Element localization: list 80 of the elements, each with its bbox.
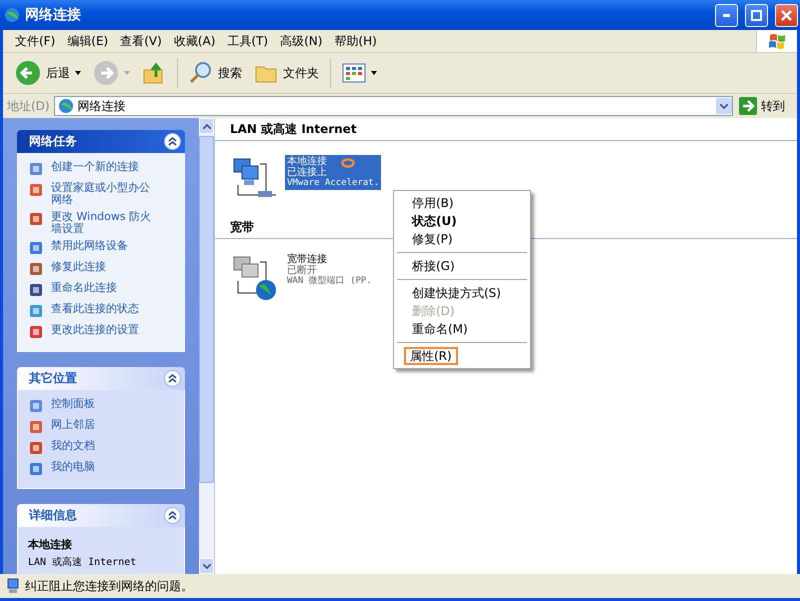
task-link[interactable]: 更改此连接的设置 <box>28 324 178 340</box>
task-link[interactable]: 重命名此连接 <box>28 282 178 298</box>
task-icon <box>28 261 44 277</box>
details-type: LAN 或高速 Internet <box>28 556 138 569</box>
go-arrow-icon <box>739 97 757 115</box>
scroll-up-button[interactable] <box>199 118 214 134</box>
address-label: 地址(D) <box>7 98 50 114</box>
task-link[interactable]: 我的文档 <box>28 440 178 456</box>
context-menu-item[interactable]: 重命名(M) <box>396 320 528 338</box>
chevron-down-icon <box>202 564 210 568</box>
task-icon <box>28 461 44 477</box>
task-link[interactable]: 创建一个新的连接 <box>28 161 178 177</box>
task-icon <box>28 211 44 227</box>
dropdown-caret-icon <box>371 71 377 75</box>
task-icon <box>28 282 44 298</box>
minimize-icon <box>723 14 730 16</box>
network-globe-icon <box>58 98 74 114</box>
window-title: 网络连接 <box>25 6 81 24</box>
minimize-button[interactable] <box>715 4 738 26</box>
close-icon <box>781 10 792 20</box>
search-icon <box>189 61 213 85</box>
task-link[interactable]: 我的电脑 <box>28 461 178 477</box>
task-icon <box>28 303 44 319</box>
menu-item[interactable]: 文件(F) <box>9 32 62 50</box>
computer-icon <box>6 578 20 594</box>
panel-header[interactable]: 其它位置 <box>17 367 185 390</box>
status-text: 纠正阻止您连接到网络的问题。 <box>25 578 193 594</box>
details-name: 本地连接 <box>28 537 73 552</box>
scrollbar[interactable] <box>199 118 215 574</box>
flag-logo-icon <box>767 32 787 50</box>
task-icon <box>28 182 44 198</box>
maximize-button[interactable] <box>745 4 768 26</box>
back-button[interactable]: 后退 <box>11 58 85 88</box>
task-icon <box>28 240 44 256</box>
view-grid-icon <box>342 63 366 83</box>
maximize-icon <box>751 10 762 20</box>
folders-button[interactable]: 文件夹 <box>250 60 323 86</box>
close-button[interactable] <box>775 4 798 26</box>
dropdown-caret-icon <box>75 71 81 75</box>
address-field[interactable]: 网络连接 <box>54 96 733 116</box>
menu-item[interactable]: 工具(T) <box>221 32 274 50</box>
connection-label[interactable]: 本地连接 已连接上 VMware Accelerat. <box>285 155 382 190</box>
scroll-thumb[interactable] <box>199 136 214 483</box>
task-link[interactable]: 禁用此网络设备 <box>28 240 178 256</box>
task-link[interactable]: 控制面板 <box>28 398 178 414</box>
task-icon <box>28 419 44 435</box>
collapse-chevron-icon <box>164 507 181 524</box>
task-icon <box>28 398 44 414</box>
task-link[interactable]: 修复此连接 <box>28 261 178 277</box>
dropdown-caret-icon <box>124 71 130 75</box>
go-button[interactable]: 转到 <box>737 97 793 115</box>
chevron-down-icon <box>720 104 728 108</box>
menu-item[interactable]: 收藏(A) <box>168 32 222 50</box>
menu-item[interactable]: 帮助(H) <box>328 32 383 50</box>
task-icon <box>28 324 44 340</box>
collapse-chevron-icon <box>164 370 181 387</box>
task-icon <box>28 440 44 456</box>
chevron-up-icon <box>202 124 210 128</box>
menu-item[interactable]: 高级(N) <box>274 32 328 50</box>
task-icon <box>28 161 44 177</box>
scroll-down-button[interactable] <box>199 558 214 574</box>
context-menu-item[interactable]: 桥接(G) <box>396 257 528 275</box>
connection-label[interactable]: 宽带连接 已断开 WAN 微型端口 (PP. <box>285 253 374 288</box>
panel-header[interactable]: 详细信息 <box>17 504 185 527</box>
task-link[interactable]: 设置家庭或小型办公网络 <box>28 182 178 206</box>
group-heading: LAN 或高速 Internet <box>215 121 797 141</box>
search-button[interactable]: 搜索 <box>185 59 246 87</box>
dropdown-button[interactable] <box>716 98 732 114</box>
task-link[interactable]: 更改 Windows 防火墙设置 <box>28 211 178 235</box>
context-menu-item[interactable]: 停用(B) <box>396 194 528 212</box>
context-menu-item[interactable]: 创建快捷方式(S) <box>396 284 528 302</box>
task-link[interactable]: 查看此连接的状态 <box>28 303 178 319</box>
collapse-chevron-icon <box>164 133 181 150</box>
panel-header[interactable]: 网络任务 <box>17 130 185 153</box>
context-menu-item[interactable]: 属性(R) <box>404 347 458 365</box>
menu-item[interactable]: 查看(V) <box>114 32 168 50</box>
task-link[interactable]: 网上邻居 <box>28 419 178 435</box>
globe-icon <box>4 7 20 23</box>
circle-marker-icon <box>341 158 356 168</box>
menu-item[interactable]: 编辑(E) <box>61 32 114 50</box>
